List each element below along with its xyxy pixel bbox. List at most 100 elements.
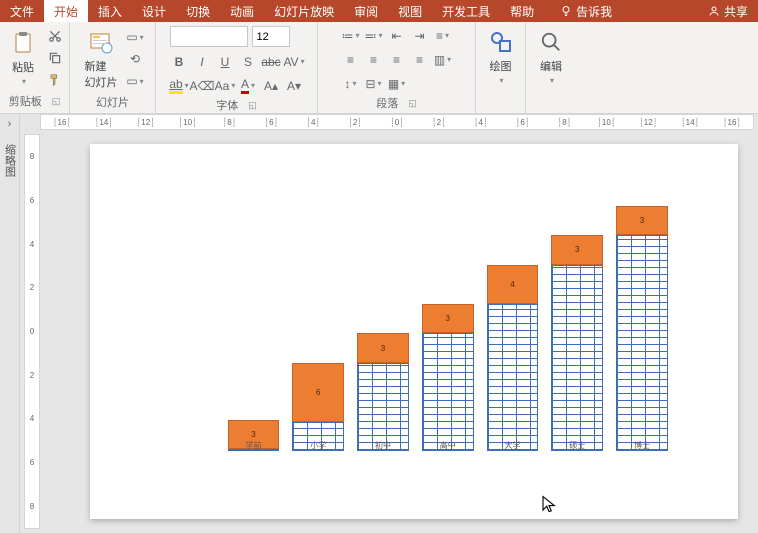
italic-button[interactable]: I (193, 52, 212, 71)
tab-home[interactable]: 开始 (44, 0, 88, 22)
bar-value: 6 (292, 363, 344, 422)
text-direction-button[interactable]: ↕▾ (341, 74, 360, 93)
section-icon[interactable]: ▭▾ (126, 72, 145, 91)
x-label: 小学 (286, 440, 351, 451)
share-button[interactable]: 共享 (698, 0, 758, 22)
x-label: 初中 (351, 440, 416, 451)
bullets-button[interactable]: ≔▾ (341, 26, 360, 45)
new-slide-icon (87, 28, 115, 56)
align-text-button[interactable]: ⊟▾ (364, 74, 383, 93)
layout-icon[interactable]: ▭▾ (126, 28, 145, 47)
chart[interactable]: 3学前6小学3初中3高中4大学3硕士3博士 (190, 214, 708, 469)
draw-label: 绘图 (490, 58, 512, 74)
tab-review[interactable]: 审阅 (344, 0, 388, 22)
font-group-label: 字体 (216, 97, 238, 113)
font-color-button[interactable]: A▾ (239, 76, 258, 95)
x-label: 大学 (480, 440, 545, 451)
x-label: 博士 (610, 440, 675, 451)
draw-button[interactable]: 绘图 ▾ (483, 26, 519, 87)
cut-icon[interactable] (45, 26, 64, 45)
bar-博士[interactable]: 3 博士 (610, 196, 675, 451)
tell-me[interactable]: 告诉我 (550, 0, 622, 22)
bar-硕士[interactable]: 3 硕士 (545, 196, 610, 451)
share-label: 共享 (724, 3, 748, 20)
font-family-input[interactable] (170, 26, 248, 47)
new-slide-label: 新建 幻灯片 (85, 58, 118, 90)
dialog-launcher-icon[interactable]: ◱ (408, 98, 417, 109)
tab-transition[interactable]: 切换 (176, 0, 220, 22)
justify-button[interactable]: ≡ (410, 50, 429, 69)
line-spacing-button[interactable]: ≡▾ (433, 26, 452, 45)
chevron-down-icon: ▾ (22, 77, 26, 86)
new-slide-button[interactable]: 新建 幻灯片 (81, 26, 122, 92)
bar-base (616, 235, 668, 451)
bold-button[interactable]: B (170, 52, 189, 71)
strike-button[interactable]: abc (262, 52, 281, 71)
dialog-launcher-icon[interactable]: ◱ (248, 100, 257, 111)
smartart-button[interactable]: ▦▾ (387, 74, 406, 93)
tab-view[interactable]: 视图 (388, 0, 432, 22)
x-label: 学前 (221, 440, 286, 451)
tab-help[interactable]: 帮助 (500, 0, 544, 22)
thumb-label: 缩略图 (2, 144, 18, 177)
bar-学前[interactable]: 3学前 (221, 196, 286, 451)
tab-design[interactable]: 设计 (132, 0, 176, 22)
slide-canvas[interactable]: 3学前6小学3初中3高中4大学3硕士3博士 (90, 144, 738, 519)
numbering-button[interactable]: ≕▾ (364, 26, 383, 45)
para-group-label: 段落 (376, 95, 398, 111)
tell-me-label: 告诉我 (576, 3, 612, 20)
underline-button[interactable]: U (216, 52, 235, 71)
tab-slideshow[interactable]: 幻灯片放映 (264, 0, 344, 22)
tab-animation[interactable]: 动画 (220, 0, 264, 22)
bar-大学[interactable]: 4 大学 (480, 196, 545, 451)
group-draw: 绘图 ▾ (476, 22, 526, 113)
bar-base (422, 333, 474, 451)
copy-icon[interactable] (45, 48, 64, 67)
bar-value: 4 (487, 265, 539, 304)
ruler-vertical: 864202468 (24, 134, 40, 529)
bar-value: 3 (422, 304, 474, 333)
bulb-icon (560, 5, 572, 17)
x-label: 硕士 (545, 440, 610, 451)
align-right-button[interactable]: ≡ (387, 50, 406, 69)
spacing-button[interactable]: AV▾ (285, 52, 304, 71)
highlight-button[interactable]: ab▾ (170, 76, 189, 95)
group-clipboard: 粘贴 ▾ 剪贴板 ◱ (0, 22, 70, 113)
clipboard-group-label: 剪贴板 (9, 93, 42, 109)
align-center-button[interactable]: ≡ (364, 50, 383, 69)
group-font: B I U S abc AV▾ ab▾ A⌫ Aa▾ A▾ A▴ A▾ 字体 ◱ (156, 22, 318, 113)
indent-inc-button[interactable]: ⇥ (410, 26, 429, 45)
search-icon (537, 28, 565, 56)
thumbnail-pane-collapsed[interactable]: › 缩略图 (0, 114, 20, 533)
bar-小学[interactable]: 6 小学 (286, 196, 351, 451)
bar-value: 3 (357, 333, 409, 362)
bar-高中[interactable]: 3高中 (415, 196, 480, 451)
tab-file[interactable]: 文件 (0, 0, 44, 22)
columns-button[interactable]: ▥▾ (433, 50, 452, 69)
tab-insert[interactable]: 插入 (88, 0, 132, 22)
workspace: › 缩略图 ┊16┊┊14┊┊12┊┊10┊┊8┊┊6┊┊4┊┊2┊┊0┊┊2┊… (0, 114, 758, 533)
bar-初中[interactable]: 3 初中 (351, 196, 416, 451)
slides-group-label: 幻灯片 (96, 94, 129, 110)
dialog-launcher-icon[interactable]: ◱ (52, 96, 61, 107)
shadow-button[interactable]: S (239, 52, 258, 71)
group-slides: 新建 幻灯片 ▭▾ ⟲ ▭▾ 幻灯片 (70, 22, 156, 113)
tab-dev[interactable]: 开发工具 (432, 0, 500, 22)
case-button[interactable]: Aa▾ (216, 76, 235, 95)
shrink-font-button[interactable]: A▾ (285, 76, 304, 95)
reset-icon[interactable]: ⟲ (126, 50, 145, 69)
clear-format-button[interactable]: A⌫ (193, 76, 212, 95)
paste-button[interactable]: 粘贴 ▾ (5, 27, 41, 88)
shapes-icon (487, 28, 515, 56)
chevron-down-icon: ▾ (550, 76, 554, 85)
paste-label: 粘贴 (12, 59, 34, 75)
bar-value: 3 (616, 206, 668, 235)
align-left-button[interactable]: ≡ (341, 50, 360, 69)
edit-button[interactable]: 编辑 ▾ (533, 26, 569, 87)
indent-dec-button[interactable]: ⇤ (387, 26, 406, 45)
format-painter-icon[interactable] (45, 70, 64, 89)
bar-value: 3 (551, 235, 603, 264)
grow-font-button[interactable]: A▴ (262, 76, 281, 95)
font-size-input[interactable] (252, 26, 290, 47)
group-paragraph: ≔▾ ≕▾ ⇤ ⇥ ≡▾ ≡ ≡ ≡ ≡ ▥▾ ↕▾ ⊟▾ ▦▾ 段落 ◱ (318, 22, 476, 113)
